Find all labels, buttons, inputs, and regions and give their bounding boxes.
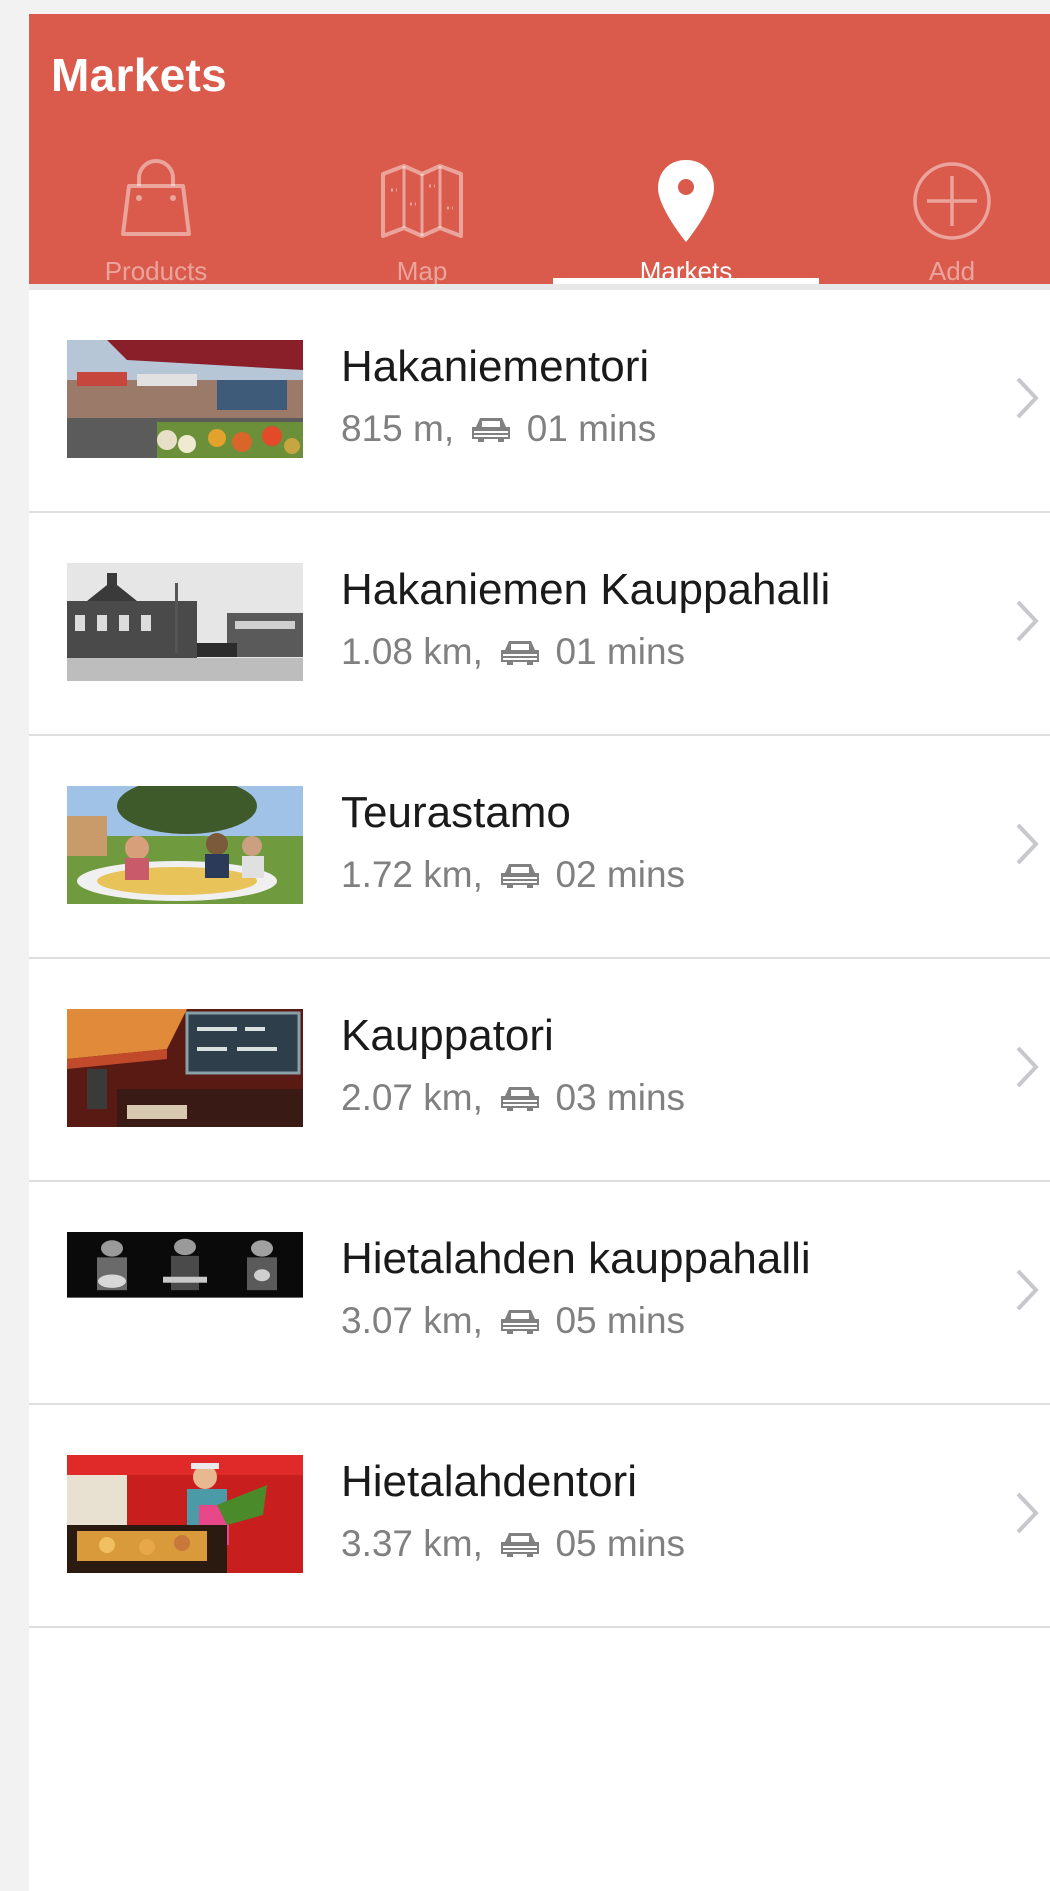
car-icon [501,641,540,665]
page-title: Markets [51,49,227,101]
app-header: Markets Products Map Markets Add [29,14,1050,286]
market-name: Hakaniemen Kauppahalli [341,565,831,614]
market-name: Kauppatori [341,1011,554,1060]
market-name: Hietalahdentori [341,1457,637,1506]
market-distance: 1.08 km, [341,631,483,672]
map-pin-icon [658,160,714,242]
shopping-bag-icon [121,159,191,236]
market-row-hietalahdentori[interactable]: Hietalahdentori 3.37 km, 05 mins [29,1405,1050,1628]
market-distance-info: 3.07 km, 05 mins [341,1300,685,1342]
market-list: Hakaniementori 815 m, 01 mins Hakaniemen… [29,290,1050,1628]
market-drive-time: 05 mins [555,1300,686,1341]
tab-map[interactable]: Map [289,144,555,286]
chevron-right-icon [1016,1269,1039,1311]
market-thumbnail [67,1009,303,1127]
chevron-right-icon [1016,377,1039,419]
tab-products-label: Products [104,256,208,286]
market-drive-time: 01 mins [526,408,657,449]
market-drive-time: 02 mins [555,854,686,895]
tab-products[interactable]: Products [29,144,289,286]
app-screen: Markets Products Map Markets Add Hakanie… [29,14,1050,1891]
market-drive-time: 05 mins [555,1523,686,1564]
chevron-right-icon [1016,600,1039,642]
market-distance-info: 3.37 km, 05 mins [341,1523,685,1565]
market-distance: 2.07 km, [341,1077,483,1118]
car-icon [501,864,540,888]
market-thumbnail [67,563,303,681]
market-row-hietalahden-kauppahalli[interactable]: Hietalahden kauppahalli 3.07 km, 05 mins [29,1182,1050,1405]
market-thumbnail [67,786,303,904]
market-distance: 1.72 km, [341,854,483,895]
chevron-right-icon [1016,1492,1039,1534]
chevron-right-icon [1016,1046,1039,1088]
market-name: Hakaniementori [341,342,650,391]
tab-map-label: Map [396,256,448,286]
market-thumbnail [67,340,303,458]
market-name: Hietalahden kauppahalli [341,1234,811,1283]
car-icon [501,1310,540,1334]
market-distance: 3.07 km, [341,1300,483,1341]
chevron-right-icon [1016,823,1039,865]
market-distance-info: 815 m, 01 mins [341,408,656,450]
market-row-kauppatori[interactable]: Kauppatori 2.07 km, 03 mins [29,959,1050,1182]
market-name: Teurastamo [341,788,571,837]
tab-add[interactable]: Add [819,144,1050,286]
market-distance: 815 m, [341,408,455,449]
car-icon [501,1533,540,1557]
car-icon [501,1087,540,1111]
tab-markets[interactable]: Markets [553,144,819,286]
market-thumbnail [67,1232,303,1298]
market-row-hakaniemen-kauppahalli[interactable]: Hakaniemen Kauppahalli 1.08 km, 01 mins [29,513,1050,736]
market-distance: 3.37 km, [341,1523,483,1564]
market-distance-info: 1.72 km, 02 mins [341,854,685,896]
plus-circle-icon [913,162,991,240]
map-icon [381,164,463,238]
market-drive-time: 01 mins [555,631,686,672]
market-row-teurastamo[interactable]: Teurastamo 1.72 km, 02 mins [29,736,1050,959]
market-thumbnail [67,1455,303,1573]
market-distance-info: 1.08 km, 01 mins [341,631,685,673]
tab-add-label: Add [928,256,976,286]
car-icon [472,418,511,442]
market-row-hakaniementori[interactable]: Hakaniementori 815 m, 01 mins [29,290,1050,513]
market-distance-info: 2.07 km, 03 mins [341,1077,685,1119]
market-drive-time: 03 mins [555,1077,686,1118]
